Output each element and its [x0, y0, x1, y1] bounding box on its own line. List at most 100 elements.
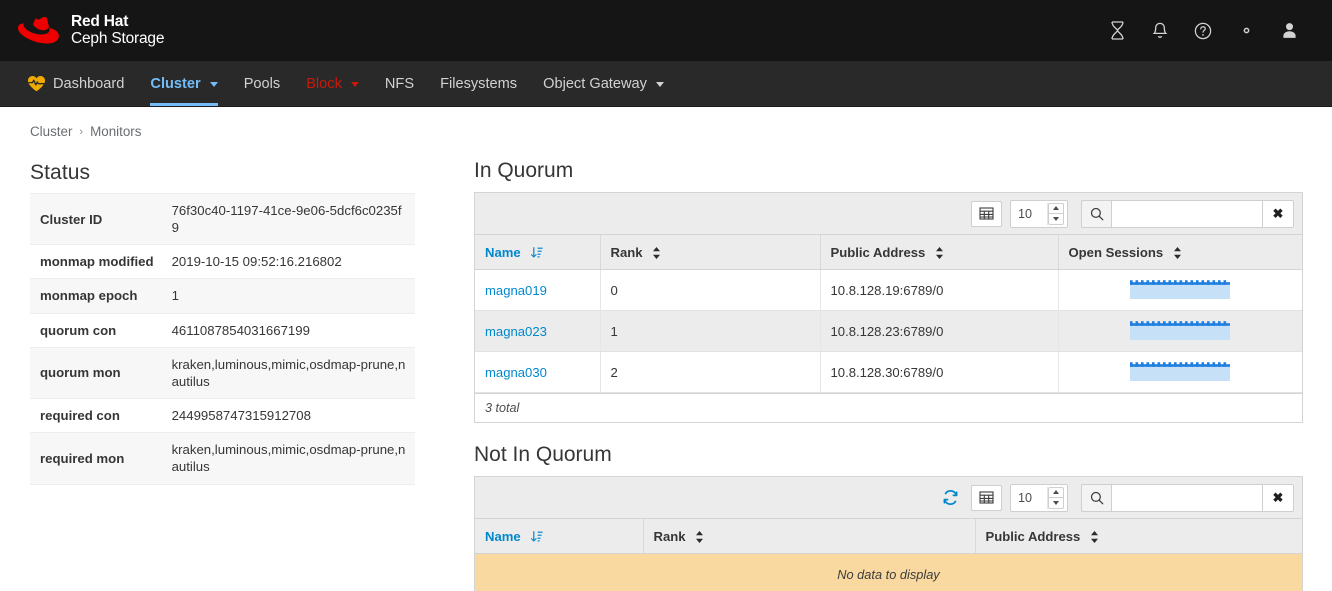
status-key: monmap epoch — [30, 278, 162, 314]
redhat-hat-icon — [18, 16, 59, 43]
chevron-down-icon — [209, 82, 218, 87]
table-row[interactable]: magna030 2 10.8.128.30:6789/0 — [475, 351, 1302, 393]
notifications-bell-icon[interactable] — [1149, 20, 1171, 42]
in-quorum-search-clear-icon[interactable]: ✖ — [1263, 199, 1294, 228]
nav-item-filesystems[interactable]: Filesystems — [427, 61, 530, 106]
not-in-quorum-page-limit[interactable]: 10 — [1010, 483, 1068, 512]
status-value: kraken,luminous,mimic,osdmap-prune,nauti… — [161, 432, 415, 485]
open-sessions-sparkline — [1130, 278, 1231, 302]
stepper-up-icon[interactable] — [1048, 202, 1064, 213]
in-quorum-toolbar: 10 ✖ — [475, 193, 1302, 235]
not-in-quorum-search-clear-icon[interactable]: ✖ — [1263, 483, 1294, 512]
user-icon[interactable] — [1278, 20, 1300, 42]
sort-updown-icon — [1173, 246, 1182, 262]
quorum-tables: In Quorum 10 ✖ Name Rank Public Address … — [445, 151, 1332, 591]
in-quorum-table: Name Rank Public Address Open Sessions m… — [475, 235, 1302, 393]
search-icon — [1081, 199, 1111, 228]
status-row-required-mon: required mon kraken,luminous,mimic,osdma… — [30, 432, 415, 485]
not-in-quorum-col-rank[interactable]: Rank — [643, 519, 976, 554]
in-quorum-cell-public-address: 10.8.128.30:6789/0 — [820, 351, 1059, 393]
status-panel: Status Cluster ID 76f30c40-1197-41ce-9e0… — [30, 151, 445, 591]
in-quorum-col-rank[interactable]: Rank — [600, 235, 821, 270]
chevron-down-icon — [350, 82, 359, 87]
nav-label-nfs: NFS — [384, 75, 415, 92]
brand-name-line2: Ceph Storage — [71, 29, 165, 47]
table-grid-icon — [979, 207, 994, 220]
nav-item-nfs[interactable]: NFS — [372, 61, 427, 106]
not-in-quorum-table: Name Rank Public Address No data to disp… — [475, 519, 1302, 591]
status-row-cluster-id: Cluster ID 76f30c40-1197-41ce-9e06-5dcf6… — [30, 193, 415, 246]
help-icon[interactable] — [1192, 20, 1214, 42]
in-quorum-col-public-address[interactable]: Public Address — [820, 235, 1059, 270]
in-quorum-cell-rank: 2 — [600, 351, 821, 393]
sort-updown-icon — [935, 246, 944, 262]
monitor-link[interactable]: magna019 — [485, 283, 547, 298]
redhat-ceph-logo[interactable]: Red Hat Ceph Storage — [18, 13, 165, 47]
open-sessions-sparkline — [1130, 319, 1231, 343]
brand-name-line1: Red Hat — [71, 13, 129, 31]
not-in-quorum-toolbar: 10 ✖ — [475, 477, 1302, 519]
not-in-quorum-header-row: Name Rank Public Address — [475, 519, 1302, 554]
in-quorum-cell-public-address: 10.8.128.23:6789/0 — [820, 310, 1059, 352]
not-in-quorum-column-picker-button[interactable] — [971, 484, 1002, 511]
breadcrumb-separator: › — [79, 125, 84, 138]
in-quorum-cell-rank: 1 — [600, 310, 821, 352]
not-in-quorum-page-limit-stepper[interactable] — [1047, 486, 1064, 509]
stepper-down-icon[interactable] — [1048, 497, 1064, 509]
nav-item-object-gateway[interactable]: Object Gateway — [530, 61, 677, 106]
in-quorum-col-name[interactable]: Name — [475, 235, 601, 270]
nav-item-dashboard[interactable]: Dashboard — [14, 61, 137, 106]
sort-updown-icon — [652, 246, 661, 262]
nav-label-object-gateway: Object Gateway — [543, 75, 647, 92]
monitor-link[interactable]: magna030 — [485, 365, 547, 380]
in-quorum-table-container: 10 ✖ Name Rank Public Address Open Sessi… — [474, 192, 1303, 423]
status-key: monmap modified — [30, 244, 162, 280]
sort-updown-icon — [695, 530, 704, 546]
not-in-quorum-refresh-button[interactable] — [937, 485, 963, 511]
stepper-up-icon[interactable] — [1048, 486, 1064, 497]
status-value: kraken,luminous,mimic,osdmap-prune,nauti… — [161, 347, 415, 400]
not-in-quorum-col-public-address[interactable]: Public Address — [975, 519, 1302, 554]
in-quorum-page-limit[interactable]: 10 — [1010, 199, 1068, 228]
in-quorum-cell-open-sessions — [1058, 351, 1302, 393]
status-key: required mon — [30, 432, 162, 485]
open-sessions-sparkline — [1130, 360, 1231, 384]
nav-item-block[interactable]: Block — [293, 61, 372, 106]
settings-gear-icon[interactable] — [1235, 20, 1257, 42]
status-value: 2019-10-15 09:52:16.216802 — [161, 244, 415, 280]
status-table: Cluster ID 76f30c40-1197-41ce-9e06-5dcf6… — [30, 193, 415, 485]
chevron-down-icon — [655, 82, 664, 87]
table-row[interactable]: magna019 0 10.8.128.19:6789/0 — [475, 269, 1302, 311]
breadcrumb: Cluster › Monitors — [0, 107, 1332, 139]
sort-alpha-down-icon — [530, 530, 543, 546]
status-value: 2449958747315912708 — [161, 398, 415, 434]
status-title: Status — [30, 161, 91, 184]
nav-item-pools[interactable]: Pools — [231, 61, 294, 106]
sort-updown-icon — [1090, 530, 1099, 546]
table-row[interactable]: magna023 1 10.8.128.23:6789/0 — [475, 310, 1302, 352]
status-row-required-con: required con 2449958747315912708 — [30, 398, 415, 434]
in-quorum-page-limit-stepper[interactable] — [1047, 202, 1064, 225]
stepper-down-icon[interactable] — [1048, 213, 1064, 225]
breadcrumb-monitors: Monitors — [90, 124, 142, 139]
monitor-link[interactable]: magna023 — [485, 324, 547, 339]
in-quorum-col-open-sessions[interactable]: Open Sessions — [1058, 235, 1302, 270]
tasks-hourglass-icon[interactable] — [1106, 20, 1128, 42]
not-in-quorum-search-input[interactable] — [1111, 483, 1263, 512]
in-quorum-search-input[interactable] — [1111, 199, 1263, 228]
in-quorum-column-picker-button[interactable] — [971, 200, 1002, 227]
in-quorum-title: In Quorum — [474, 159, 574, 182]
breadcrumb-cluster[interactable]: Cluster — [30, 124, 72, 139]
not-in-quorum-col-name[interactable]: Name — [475, 519, 644, 554]
status-value: 4611087854031667199 — [161, 313, 415, 348]
status-key: quorum con — [30, 313, 162, 348]
status-value: 76f30c40-1197-41ce-9e06-5dcf6c0235f9 — [161, 193, 415, 246]
nav-item-cluster[interactable]: Cluster — [137, 61, 230, 106]
status-row-monmap-epoch: monmap epoch 1 — [30, 278, 415, 314]
brand-bar: Red Hat Ceph Storage — [0, 0, 1332, 61]
nav-label-dashboard: Dashboard — [53, 75, 125, 92]
in-quorum-cell-rank: 0 — [600, 269, 821, 311]
sort-alpha-down-icon — [530, 246, 543, 262]
refresh-icon — [943, 490, 957, 505]
not-in-quorum-table-container: 10 ✖ Name Rank Public Address No data to… — [474, 476, 1303, 591]
